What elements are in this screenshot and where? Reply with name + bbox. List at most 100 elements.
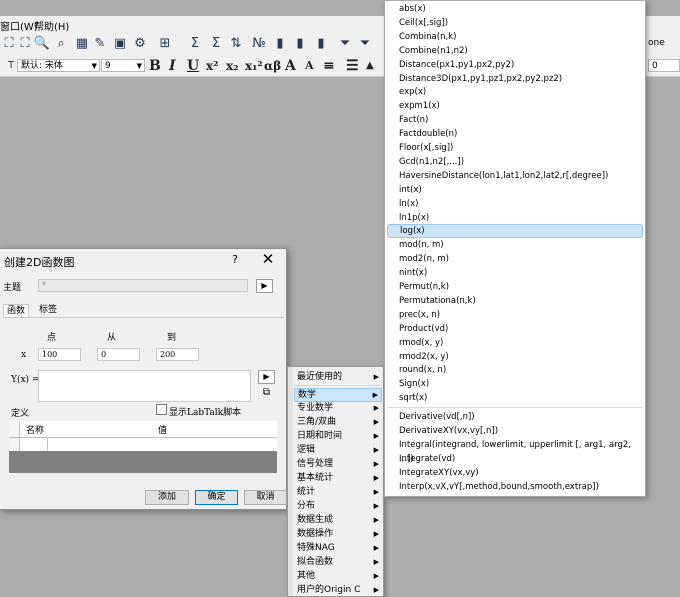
- function-menu-item[interactable]: mod2(n, m): [399, 252, 645, 266]
- theme-arrow-button[interactable]: ▶: [256, 279, 273, 293]
- x-points-input[interactable]: 100: [38, 348, 81, 361]
- category-menu-item[interactable]: 数据生成 ▶: [294, 513, 382, 527]
- help-button[interactable]: ?: [229, 253, 241, 266]
- function-menu-item[interactable]: int(x): [399, 183, 645, 197]
- subscript-button[interactable]: x₂: [226, 57, 238, 75]
- function-menu-item[interactable]: prec(x, n): [399, 308, 645, 322]
- bar-chart-icon[interactable]: ▮: [291, 35, 309, 53]
- ok-button[interactable]: 确定: [195, 490, 238, 505]
- function-menu-item[interactable]: Product(vd): [399, 322, 645, 336]
- category-menu-item[interactable]: 数据操作 ▶: [294, 527, 382, 541]
- function-menu-item[interactable]: rmod(x, y): [399, 336, 645, 350]
- category-menu-item[interactable]: 特殊NAG ▶: [294, 541, 382, 555]
- function-menu-item[interactable]: Integral(integrand, lowerlimit, upperlim…: [399, 438, 645, 464]
- find-icon[interactable]: ⌕: [52, 35, 70, 53]
- function-menu-item[interactable]: Gcd(n1,n2[,...]): [399, 155, 645, 169]
- category-menu-item[interactable]: 拟合函数 ▶: [294, 555, 382, 569]
- greek-button[interactable]: αβ: [264, 57, 281, 75]
- tab-function[interactable]: 函数: [3, 304, 30, 318]
- add-button[interactable]: 添加: [145, 490, 189, 505]
- sort-icon[interactable]: ⇅: [227, 35, 245, 53]
- function-menu-item[interactable]: Permut(n,k): [399, 280, 645, 294]
- grow-font-button[interactable]: A: [285, 57, 296, 75]
- category-menu-item[interactable]: 数学 ▶: [294, 388, 382, 402]
- category-menu-item[interactable]: 逻辑 ▶: [294, 443, 382, 457]
- category-menu-item[interactable]: 日期和时间 ▶: [294, 429, 382, 443]
- category-menu-item[interactable]: 最近使用的 ▶: [294, 370, 382, 384]
- shrink-font-button[interactable]: A: [305, 57, 314, 75]
- function-menu-item[interactable]: Derivative(vd[,n]): [399, 410, 645, 424]
- theme-field[interactable]: *: [38, 279, 248, 292]
- function-menu-item[interactable]: mod(n, m): [399, 238, 645, 252]
- function-menu-item[interactable]: Ceil(x[,sig]): [399, 16, 645, 30]
- function-menu-item[interactable]: Distance3D(px1,py1,pz1,px2,py2,pz2): [399, 72, 645, 86]
- zero-value-combo[interactable]: 0: [648, 59, 680, 72]
- category-menu-item[interactable]: 统计 ▶: [294, 485, 382, 499]
- function-menu-item[interactable]: round(x, n): [399, 363, 645, 377]
- function-menu-item[interactable]: Interp(x,vX,vY[,method,bound,smooth,extr…: [399, 480, 645, 494]
- function-menu-item[interactable]: IntegrateXY(vx,vy): [399, 466, 645, 480]
- superscript-button[interactable]: x²: [206, 57, 218, 75]
- category-menu-item[interactable]: 三角/双曲 ▶: [294, 415, 382, 429]
- function-menu-item[interactable]: Floor(x[,sig]): [399, 141, 645, 155]
- function-menu-item[interactable]: exp(x): [399, 85, 645, 99]
- function-menu-item[interactable]: ln1p(x): [399, 211, 645, 225]
- category-menu-item[interactable]: 用户的Origin C ▶: [294, 583, 382, 597]
- x-to-input[interactable]: 200: [156, 348, 199, 361]
- function-menu-item[interactable]: HaversineDistance(lon1,lat1,lon2,lat2,r[…: [399, 169, 645, 183]
- function-menu-item[interactable]: Sign(x): [399, 377, 645, 391]
- show-script-checkbox[interactable]: [156, 404, 167, 415]
- italic-button[interactable]: I: [169, 57, 176, 75]
- menu-help[interactable]: 帮助(H): [34, 18, 69, 33]
- category-menu-item[interactable]: 信号处理 ▶: [294, 457, 382, 471]
- function-menu-item[interactable]: abs(x): [399, 2, 645, 16]
- function-menu-button[interactable]: ▶: [258, 370, 275, 384]
- function-menu-item[interactable]: rmod2(x, y): [399, 350, 645, 364]
- function-menu-item[interactable]: Combina(n,k): [399, 30, 645, 44]
- function-menu-item[interactable]: expm1(x): [399, 99, 645, 113]
- function-menu-item[interactable]: Combine(n1,n2): [399, 44, 645, 58]
- bold-button[interactable]: B: [149, 57, 161, 75]
- function-menu-item[interactable]: Factdouble(n): [399, 127, 645, 141]
- function-menu-item[interactable]: Permutationa(n,k): [399, 294, 645, 308]
- underline-button[interactable]: U: [187, 57, 199, 75]
- line-style-icon[interactable]: ☰: [346, 57, 359, 75]
- apps-icon[interactable]: ⚙: [131, 35, 149, 53]
- function-menu-item[interactable]: DerivativeXY(vx,vy[,n]): [399, 424, 645, 438]
- category-menu-item[interactable]: 专业数学 ▶: [294, 401, 382, 415]
- bar-chart-icon[interactable]: ▮: [271, 35, 289, 53]
- function-menu-item[interactable]: nint(x): [399, 266, 645, 280]
- notes-icon[interactable]: ✎: [91, 35, 109, 53]
- cancel-button[interactable]: 取消: [244, 490, 287, 505]
- sum-icon[interactable]: Σ: [186, 35, 204, 53]
- function-menu-item[interactable]: log(x): [387, 224, 643, 239]
- category-menu-item[interactable]: 其他 ▶: [294, 569, 382, 583]
- function-menu-item[interactable]: Fact(n): [399, 113, 645, 127]
- y-expression-input[interactable]: [38, 370, 251, 402]
- tab-label[interactable]: 标签: [36, 304, 60, 317]
- function-menu-item[interactable]: ln(x): [399, 197, 645, 211]
- table-row[interactable]: [9, 437, 277, 451]
- close-button[interactable]: ✕: [259, 250, 277, 268]
- font-size-combo[interactable]: 9 ▼: [101, 59, 145, 72]
- category-menu-item[interactable]: 分布 ▶: [294, 499, 382, 513]
- font-color-icon[interactable]: ▲: [366, 57, 374, 75]
- supersub-button[interactable]: x₁²: [245, 57, 263, 75]
- function-menu-item[interactable]: Integrate(vd): [399, 452, 645, 466]
- add-column-icon[interactable]: ⊞: [156, 35, 174, 53]
- function-menu-item[interactable]: Distance(px1,py1,px2,py2): [399, 58, 645, 72]
- x-from-input[interactable]: 0: [97, 348, 140, 361]
- filter-icon[interactable]: ⏷: [336, 35, 354, 53]
- function-menu-item[interactable]: sqrt(x): [399, 391, 645, 405]
- command-window-icon[interactable]: ▣: [111, 35, 129, 53]
- column-chart-icon[interactable]: ▮: [312, 35, 330, 53]
- zoom-icon[interactable]: 🔍: [33, 35, 51, 53]
- category-menu-item[interactable]: 基本统计 ▶: [294, 471, 382, 485]
- menu-window[interactable]: 窗口(W): [0, 18, 38, 33]
- copy-icon[interactable]: ⧉: [258, 387, 275, 401]
- align-left-icon[interactable]: ≡: [323, 57, 335, 75]
- row-number-icon[interactable]: №: [250, 35, 268, 53]
- network-icon[interactable]: ⛶: [16, 35, 34, 53]
- worksheet-icon[interactable]: ▦: [73, 35, 91, 53]
- sum-column-icon[interactable]: Σ: [207, 35, 225, 53]
